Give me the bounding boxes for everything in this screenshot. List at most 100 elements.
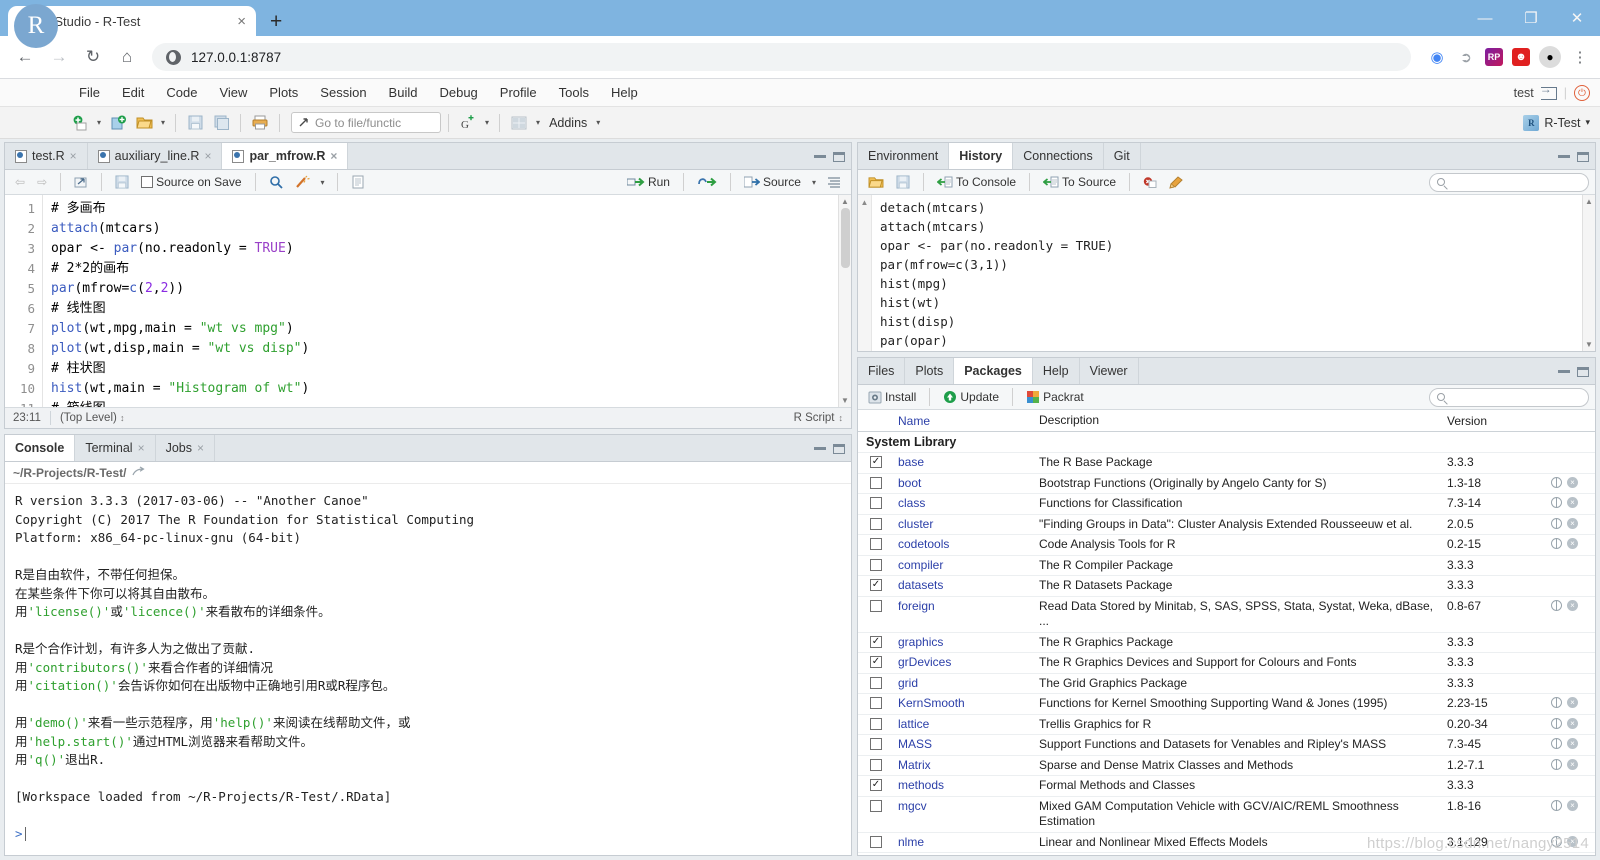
history-entry[interactable]: detach(mtcars) <box>880 350 1582 351</box>
remove-package-icon[interactable]: × <box>1567 476 1578 488</box>
table-row[interactable]: nlme Linear and Nonlinear Mixed Effects … <box>858 833 1595 853</box>
source-scrollbar[interactable]: ▲ ▼ <box>838 195 851 407</box>
new-tab-button[interactable]: + <box>270 11 282 32</box>
scroll-up-icon[interactable]: ▲ <box>1585 197 1593 206</box>
scroll-down-icon[interactable]: ▼ <box>1585 340 1593 349</box>
package-checkbox[interactable] <box>858 556 894 571</box>
print-button[interactable] <box>248 111 272 135</box>
maximize-window-button[interactable]: ❐ <box>1508 0 1554 36</box>
source-caret-icon[interactable]: ▾ <box>809 178 819 187</box>
open-file-caret-icon[interactable]: ▾ <box>158 118 168 127</box>
run-button[interactable]: Run <box>623 172 674 192</box>
package-checkbox[interactable]: ✓ <box>858 576 894 591</box>
package-checkbox[interactable]: ✓ <box>858 653 894 668</box>
minimize-window-button[interactable]: — <box>1462 0 1508 36</box>
url-input[interactable]: 127.0.0.1:8787 <box>152 43 1411 71</box>
history-list-container[interactable]: ▲ detach(mtcars) attach(mtcars) opar <- … <box>858 195 1595 351</box>
package-name[interactable]: Matrix <box>894 756 1039 774</box>
table-row[interactable]: codetools Code Analysis Tools for R 0.2-… <box>858 535 1595 556</box>
to-console-button[interactable]: To Console <box>933 172 1020 192</box>
menu-build[interactable]: Build <box>378 79 429 107</box>
table-row[interactable]: lattice Trellis Graphics for R 0.20-34 × <box>858 715 1595 735</box>
package-checkbox[interactable] <box>858 756 894 771</box>
packrat-button[interactable]: Packrat <box>1022 387 1088 407</box>
menu-session[interactable]: Session <box>309 79 377 107</box>
remove-package-icon[interactable]: × <box>1567 538 1578 549</box>
file-type-selector[interactable]: R Script ↕ <box>794 412 843 424</box>
browser-menu-icon[interactable]: ⋮ <box>1570 47 1590 67</box>
tab-packages[interactable]: Packages <box>954 358 1033 384</box>
addins-button[interactable]: Addins <box>545 116 591 130</box>
tab-console[interactable]: Console <box>5 435 76 461</box>
save-button[interactable] <box>183 111 207 135</box>
menu-debug[interactable]: Debug <box>428 79 488 107</box>
package-checkbox[interactable] <box>858 694 894 709</box>
source-tab-par-mfrow-r[interactable]: par_mfrow.R × <box>222 143 349 169</box>
save-button[interactable] <box>111 172 133 192</box>
close-icon[interactable]: × <box>138 441 145 455</box>
package-name[interactable]: MASS <box>894 735 1039 753</box>
back-icon[interactable]: ⇦ <box>11 172 29 192</box>
clear-all-icon[interactable] <box>1165 172 1188 192</box>
version-control-caret-icon[interactable]: ▾ <box>482 118 492 127</box>
package-actions[interactable]: × <box>1551 535 1595 549</box>
package-checkbox[interactable] <box>858 515 894 530</box>
table-row[interactable]: cluster "Finding Groups in Data": Cluste… <box>858 515 1595 535</box>
profile-avatar[interactable]: ● <box>1539 46 1561 68</box>
scrollbar-thumb[interactable] <box>840 208 850 268</box>
history-scrollbar[interactable]: ▲ <box>858 195 872 351</box>
package-name[interactable]: compiler <box>894 556 1039 574</box>
package-name[interactable]: KernSmooth <box>894 694 1039 712</box>
forward-icon[interactable]: → <box>44 42 74 72</box>
menu-plots[interactable]: Plots <box>258 79 309 107</box>
package-browse-icon[interactable] <box>1551 599 1562 611</box>
package-name[interactable]: foreign <box>894 597 1039 615</box>
package-actions[interactable]: × <box>1551 694 1595 708</box>
console-output[interactable]: R version 3.3.3 (2017-03-06) -- "Another… <box>5 484 851 855</box>
project-selector[interactable]: R R-Test ▾ <box>1523 114 1590 131</box>
tab-history[interactable]: History <box>949 143 1014 169</box>
workspace-panes-button[interactable] <box>507 111 531 135</box>
magic-wand-icon[interactable] <box>291 172 314 192</box>
maximize-pane-icon[interactable] <box>1577 151 1589 162</box>
table-row[interactable]: ✓ methods Formal Methods and Classes 3.3… <box>858 776 1595 797</box>
menu-profile[interactable]: Profile <box>489 79 548 107</box>
package-checkbox[interactable]: ✓ <box>858 453 894 468</box>
package-name[interactable]: boot <box>894 474 1039 492</box>
table-row[interactable]: ✓ datasets The R Datasets Package 3.3.3 <box>858 576 1595 597</box>
table-row[interactable]: ✓ graphics The R Graphics Package 3.3.3 <box>858 633 1595 653</box>
package-browse-icon[interactable] <box>1551 717 1562 729</box>
remove-package-icon[interactable]: × <box>1567 799 1578 811</box>
remove-package-icon[interactable]: × <box>1567 599 1578 611</box>
package-actions[interactable]: × <box>1551 833 1595 847</box>
package-actions[interactable]: × <box>1551 797 1595 811</box>
package-actions[interactable]: × <box>1551 515 1595 529</box>
new-file-button[interactable] <box>68 111 92 135</box>
close-window-button[interactable]: ✕ <box>1554 0 1600 36</box>
package-browse-icon[interactable] <box>1551 538 1562 549</box>
close-icon[interactable]: × <box>70 149 77 163</box>
minimize-pane-icon[interactable] <box>1558 370 1570 373</box>
tab-plots[interactable]: Plots <box>905 358 955 384</box>
magic-wand-caret-icon[interactable]: ▾ <box>318 178 328 187</box>
maximize-pane-icon[interactable] <box>833 443 845 454</box>
package-name[interactable]: codetools <box>894 535 1039 553</box>
package-checkbox[interactable] <box>858 715 894 730</box>
remove-package-icon[interactable]: × <box>1567 758 1578 770</box>
package-browse-icon[interactable] <box>1551 738 1562 749</box>
close-icon[interactable]: × <box>330 149 337 163</box>
home-icon[interactable]: ⌂ <box>112 42 142 72</box>
table-row[interactable]: grid The Grid Graphics Package 3.3.3 <box>858 674 1595 694</box>
history-entry[interactable]: attach(mtcars) <box>880 217 1582 236</box>
cursor-block-icon[interactable]: ➲ <box>1456 47 1476 67</box>
source-tab-auxiliary-line-r[interactable]: auxiliary_line.R × <box>88 143 223 169</box>
package-actions[interactable]: × <box>1551 756 1595 770</box>
install-packages-button[interactable]: Install <box>864 387 920 407</box>
tab-files[interactable]: Files <box>858 358 906 384</box>
history-entry[interactable]: par(mfrow=c(3,1)) <box>880 255 1582 274</box>
menu-view[interactable]: View <box>208 79 258 107</box>
menu-file[interactable]: File <box>68 79 111 107</box>
save-all-button[interactable] <box>209 111 233 135</box>
package-checkbox[interactable] <box>858 535 894 550</box>
menu-code[interactable]: Code <box>155 79 208 107</box>
